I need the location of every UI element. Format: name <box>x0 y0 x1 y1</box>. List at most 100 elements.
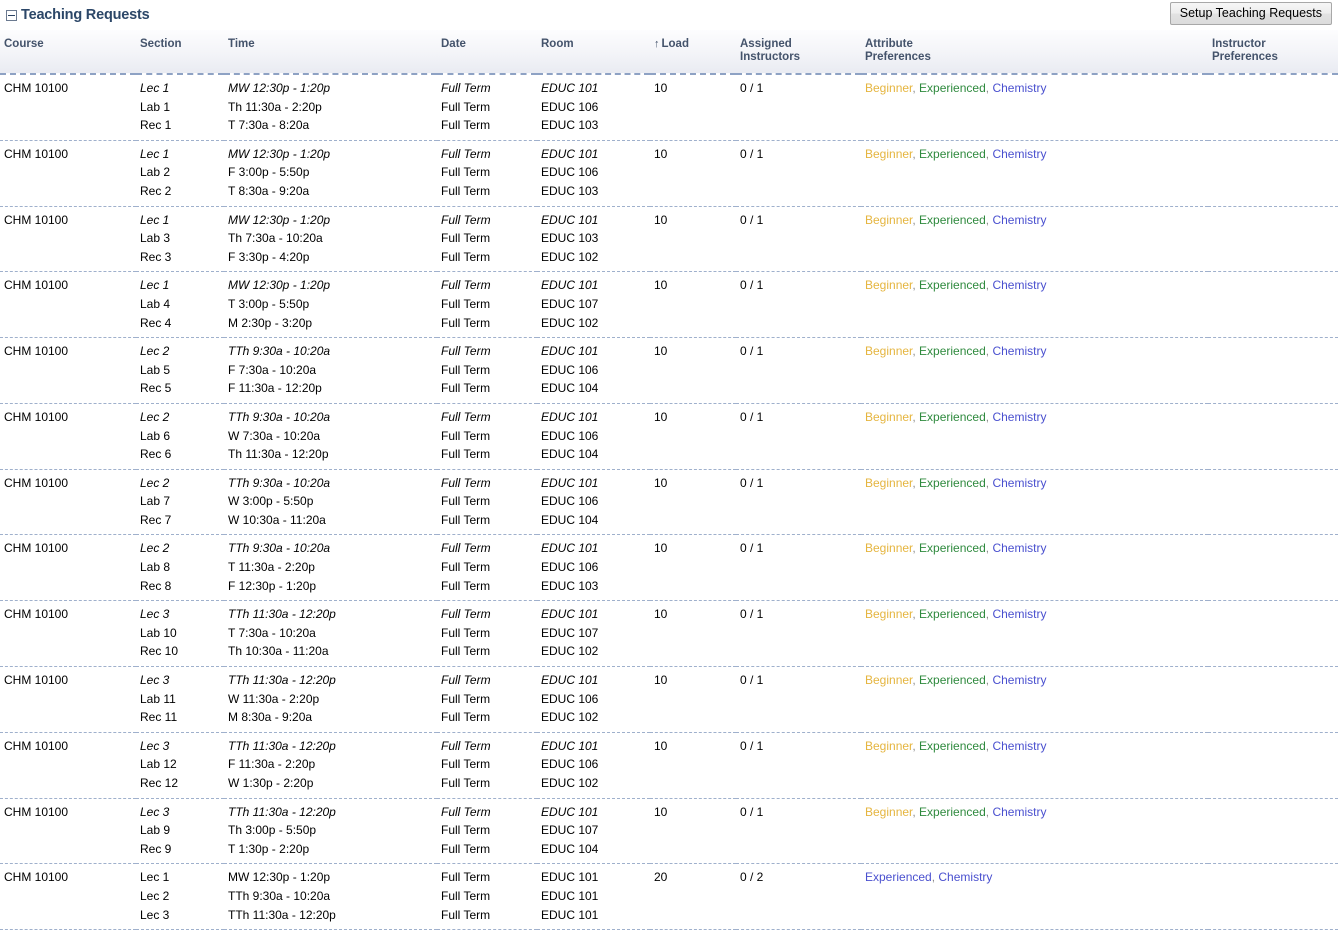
attribute-preference-tag[interactable]: Experienced <box>919 81 986 95</box>
attribute-preference-tag[interactable]: Chemistry <box>992 739 1046 753</box>
table-row[interactable]: CHM 10100 Lec 1 Lec 2 Lec 3 MW 12:30p - 1:20… <box>0 863 1338 930</box>
attribute-preference-tag[interactable]: Experienced <box>919 805 986 819</box>
cell-line: TTh 11:30a - 12:20p <box>228 738 336 753</box>
table-row[interactable]: CHM 10100 Lec 3 Lab 10 Rec 10 TTh 11:30a - 1… <box>0 600 1338 668</box>
attribute-preference-tag[interactable]: Chemistry <box>992 147 1046 161</box>
cell-line: Rec 3 <box>140 249 172 264</box>
cell-room: EDUC 101 EDUC 106 EDUC 104 <box>537 337 650 404</box>
table-row[interactable]: CHM 10100 Lec 1 Lab 1 Rec 1 MW 12:30p - 1:20… <box>0 74 1338 141</box>
attribute-preference-tag[interactable]: Experienced <box>919 673 986 687</box>
cell-line: Full Term <box>441 710 491 725</box>
cell-line: EDUC 101 <box>541 673 599 688</box>
attribute-preference-tag[interactable]: Experienced <box>919 147 986 161</box>
cell-time: TTh 11:30a - 12:20p W 11:30a - 2:20p M 8:3… <box>224 666 437 733</box>
cell-date: Full Term Full Term Full Term <box>437 534 537 602</box>
cell-line: EDUC 104 <box>541 841 599 856</box>
attribute-preference-tag[interactable]: Chemistry <box>992 278 1046 292</box>
cell-line: T 3:00p - 5:50p <box>228 296 310 311</box>
cell-line: EDUC 106 <box>541 494 599 509</box>
cell-line: Full Term <box>441 212 491 227</box>
attribute-preference-tag[interactable]: Chemistry <box>992 410 1046 424</box>
column-header-room[interactable]: Room <box>537 30 650 75</box>
column-header-attribute-preferences[interactable]: Attribute Preferences <box>861 30 1208 75</box>
cell-line: TTh 9:30a - 10:20a <box>228 344 331 359</box>
cell-assigned-instructors: 0 / 1 <box>736 600 861 668</box>
column-header-label: Course <box>4 38 44 50</box>
column-header-section[interactable]: Section <box>136 30 224 75</box>
cell-course: CHM 10100 <box>0 469 136 536</box>
column-header-time[interactable]: Time <box>224 30 437 75</box>
cell-load: 10 <box>650 534 736 602</box>
table-row[interactable]: CHM 10100 Lec 1 Lab 4 Rec 4 MW 12:30p - 1:20… <box>0 271 1338 339</box>
attribute-preference-tag[interactable]: Beginner <box>865 213 912 227</box>
collapse-minus-box-icon[interactable] <box>6 9 17 21</box>
attribute-preference-tag[interactable]: Chemistry <box>992 213 1046 227</box>
cell-section: Lec 3 Lab 12 Rec 12 <box>136 732 224 799</box>
attribute-preference-tag[interactable]: Experienced <box>919 278 986 292</box>
attribute-preference-tag[interactable]: Chemistry <box>992 476 1046 490</box>
table-row[interactable]: CHM 10100 Lec 3 Lab 12 Rec 12 TTh 11:30a - 1… <box>0 732 1338 799</box>
attribute-preference-tag[interactable]: Experienced <box>919 607 986 621</box>
table-row[interactable]: CHM 10100 Lec 1 Lab 2 Rec 2 MW 12:30p - 1:20… <box>0 140 1338 207</box>
cell-line: Lec 2 <box>140 888 170 903</box>
column-header-course[interactable]: Course <box>0 30 136 75</box>
cell-line: Lec 1 <box>140 146 170 161</box>
attribute-preference-tag[interactable]: Beginner <box>865 410 912 424</box>
cell-line: Lec 2 <box>140 475 170 490</box>
attribute-preference-tag[interactable]: Chemistry <box>992 541 1046 555</box>
cell-attribute-preferences: Beginner, Experienced, Chemistry <box>861 732 1208 799</box>
cell-line: EDUC 102 <box>541 315 599 330</box>
attribute-preference-tag[interactable]: Chemistry <box>992 673 1046 687</box>
cell-line: 0 / 2 <box>740 870 764 885</box>
table-row[interactable]: CHM 10100 Lec 2 Lab 7 Rec 7 TTh 9:30a - 10:2… <box>0 469 1338 536</box>
attribute-preference-tag[interactable]: Chemistry <box>992 344 1046 358</box>
cell-line: Rec 7 <box>140 512 172 527</box>
cell-line: Full Term <box>441 907 491 922</box>
attribute-preference-tag[interactable]: Beginner <box>865 739 912 753</box>
column-header-assigned-instructors[interactable]: Assigned Instructors <box>736 30 861 75</box>
column-header-date[interactable]: Date <box>437 30 537 75</box>
attribute-preference-tag[interactable]: Beginner <box>865 805 912 819</box>
table-row[interactable]: CHM 10100 Lec 3 Lab 9 Rec 9 TTh 11:30a - 12:… <box>0 798 1338 865</box>
attribute-preference-list: Beginner, Experienced, Chemistry <box>865 408 1204 427</box>
attribute-preference-tag[interactable]: Beginner <box>865 278 912 292</box>
attribute-preference-tag[interactable]: Experienced <box>919 213 986 227</box>
attribute-preference-tag[interactable]: Experienced <box>919 541 986 555</box>
column-header-instructor-preferences[interactable]: Instructor Preferences <box>1208 30 1338 75</box>
attribute-preference-tag[interactable]: Chemistry <box>938 870 992 884</box>
table-row[interactable]: CHM 10100 Lec 2 Lab 8 Rec 8 TTh 9:30a - 10:2… <box>0 534 1338 602</box>
attribute-preference-tag[interactable]: Beginner <box>865 81 912 95</box>
cell-section: Lec 2 Lab 7 Rec 7 <box>136 469 224 536</box>
cell-attribute-preferences: Beginner, Experienced, Chemistry <box>861 798 1208 865</box>
cell-line: Rec 9 <box>140 841 172 856</box>
table-row[interactable]: CHM 10100 Lec 2 Lab 5 Rec 5 TTh 9:30a - 10:2… <box>0 337 1338 404</box>
attribute-preference-tag[interactable]: Beginner <box>865 541 912 555</box>
attribute-preference-tag[interactable]: Beginner <box>865 607 912 621</box>
cell-attribute-preferences: Beginner, Experienced, Chemistry <box>861 403 1208 470</box>
table-row[interactable]: CHM 10100 Lec 2 Lab 6 Rec 6 TTh 9:30a - 10:2… <box>0 403 1338 470</box>
attribute-preference-tag[interactable]: Beginner <box>865 673 912 687</box>
attribute-preference-tag[interactable]: Chemistry <box>992 607 1046 621</box>
attribute-preference-tag[interactable]: Experienced <box>919 739 986 753</box>
attribute-preference-tag[interactable]: Beginner <box>865 147 912 161</box>
cell-course: CHM 10100 <box>0 666 136 733</box>
cell-line: Rec 1 <box>140 118 172 133</box>
attribute-preference-tag[interactable]: Experienced <box>919 410 986 424</box>
attribute-preference-tag[interactable]: Experienced <box>919 344 986 358</box>
cell-line: Lec 2 <box>140 409 170 424</box>
setup-teaching-requests-button[interactable]: Setup Teaching Requests <box>1169 2 1332 25</box>
attribute-preference-tag[interactable]: Chemistry <box>992 81 1046 95</box>
cell-course: CHM 10100 <box>0 798 136 865</box>
cell-assigned-instructors: 0 / 1 <box>736 798 861 865</box>
attribute-preference-tag[interactable]: Beginner <box>865 344 912 358</box>
table-row[interactable]: CHM 10100 Lec 3 Lab 11 Rec 11 TTh 11:30a - 1… <box>0 666 1338 733</box>
attribute-preference-tag[interactable]: Chemistry <box>992 805 1046 819</box>
cell-line: Full Term <box>441 146 491 161</box>
attribute-preference-tag[interactable]: Experienced <box>865 870 932 884</box>
column-header-load[interactable]: ↑ Load <box>650 30 736 75</box>
attribute-separator: , <box>931 870 939 885</box>
attribute-preference-tag[interactable]: Beginner <box>865 476 912 490</box>
cell-line: T 7:30a - 10:20a <box>228 625 316 640</box>
attribute-preference-tag[interactable]: Experienced <box>919 476 986 490</box>
table-row[interactable]: CHM 10100 Lec 1 Lab 3 Rec 3 MW 12:30p - 1:20… <box>0 206 1338 273</box>
